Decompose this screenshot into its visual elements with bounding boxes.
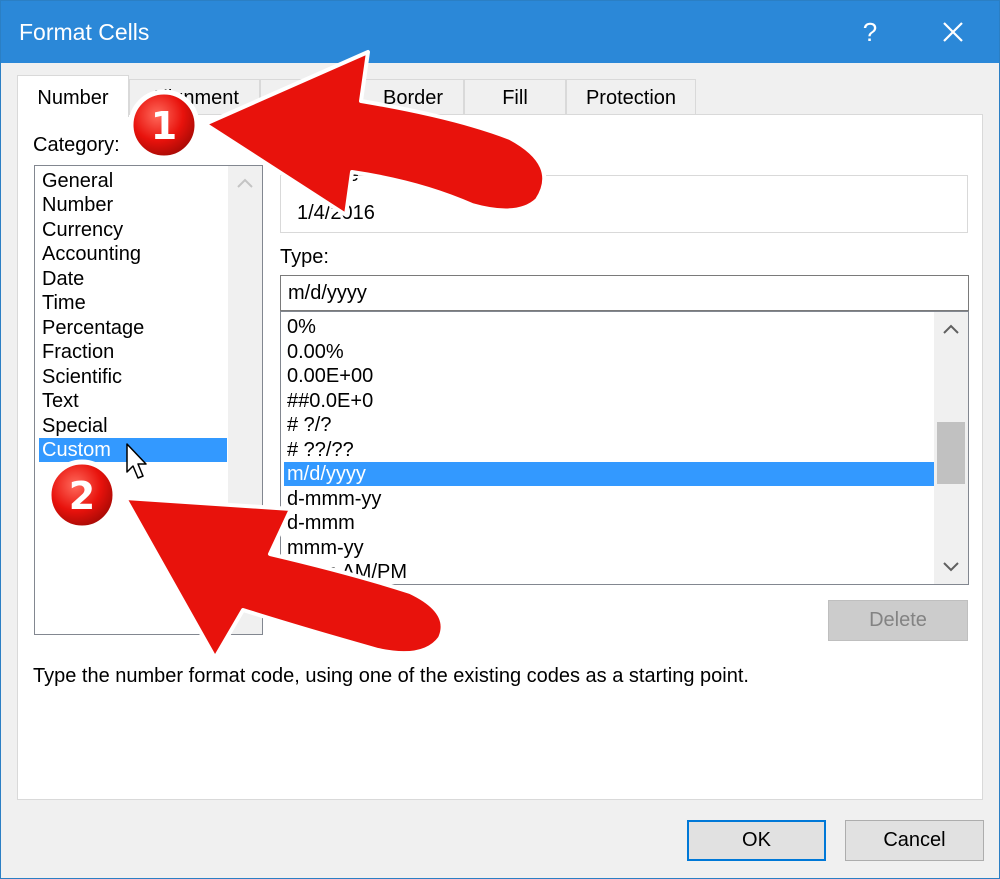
- scroll-down-icon[interactable]: [942, 560, 960, 574]
- sample-label: Sample: [291, 164, 359, 186]
- type-list[interactable]: 0% 0.00% 0.00E+00 ##0.0E+0 # ?/? # ??/??…: [280, 311, 969, 585]
- category-item-special[interactable]: Special: [39, 414, 227, 438]
- category-item-text[interactable]: Text: [39, 389, 227, 413]
- sample-box: [280, 175, 968, 233]
- type-item[interactable]: 0%: [284, 315, 934, 339]
- type-item[interactable]: d-mmm: [284, 511, 934, 535]
- tab-font-label: Font: [290, 87, 332, 109]
- cancel-button[interactable]: Cancel: [845, 820, 984, 861]
- category-item-accounting[interactable]: Accounting: [39, 242, 227, 266]
- category-item-scientific[interactable]: Scientific: [39, 365, 227, 389]
- category-item-number[interactable]: Number: [39, 193, 227, 217]
- type-input[interactable]: m/d/yyyy: [280, 275, 969, 311]
- tab-number[interactable]: Number: [17, 75, 129, 117]
- category-scrollbar[interactable]: [228, 166, 262, 634]
- tab-border[interactable]: Border: [362, 79, 464, 115]
- category-item-custom[interactable]: Custom: [39, 438, 227, 462]
- category-list[interactable]: General Number Currency Accounting Date …: [34, 165, 263, 635]
- tab-alignment[interactable]: Alignment: [129, 79, 260, 115]
- category-item-date[interactable]: Date: [39, 267, 227, 291]
- tab-protection-label: Protection: [585, 87, 677, 109]
- type-item[interactable]: 0.00E+00: [284, 364, 934, 388]
- category-label: Category:: [33, 134, 120, 156]
- tab-protection[interactable]: Protection: [566, 79, 696, 115]
- sample-value: 1/4/2016: [297, 202, 375, 224]
- type-label: Type:: [280, 246, 329, 268]
- help-button[interactable]: ?: [843, 7, 897, 57]
- dialog-title: Format Cells: [19, 19, 150, 45]
- type-item-selected[interactable]: m/d/yyyy: [284, 462, 934, 486]
- type-item[interactable]: 0.00%: [284, 340, 934, 364]
- scrollbar-thumb[interactable]: [937, 422, 965, 484]
- tab-alignment-label: Alignment: [150, 87, 239, 109]
- tab-fill-label: Fill: [502, 87, 528, 109]
- tab-number-label: Number: [37, 87, 109, 109]
- category-item-time[interactable]: Time: [39, 291, 227, 315]
- type-item[interactable]: d-mmm-yy: [284, 487, 934, 511]
- scroll-up-icon[interactable]: [236, 176, 254, 190]
- description-text: Type the number format code, using one o…: [33, 665, 749, 687]
- category-item-percentage[interactable]: Percentage: [39, 316, 227, 340]
- tab-font[interactable]: Font: [260, 79, 362, 115]
- title-bar[interactable]: Format Cells ?: [1, 1, 999, 63]
- scroll-up-icon[interactable]: [942, 322, 960, 336]
- close-button[interactable]: [921, 7, 985, 57]
- tab-border-label: Border: [382, 87, 444, 109]
- ok-button[interactable]: OK: [687, 820, 826, 861]
- type-scrollbar[interactable]: [934, 312, 968, 584]
- close-icon: [943, 21, 963, 42]
- type-item[interactable]: h:mm AM/PM: [284, 560, 934, 584]
- category-item-fraction[interactable]: Fraction: [39, 340, 227, 364]
- type-item[interactable]: ##0.0E+0: [284, 389, 934, 413]
- tab-fill[interactable]: Fill: [464, 79, 566, 115]
- format-cells-dialog: Format Cells ? Number Alignment Font Bor…: [0, 0, 1000, 879]
- type-item[interactable]: # ??/??: [284, 438, 934, 462]
- delete-button[interactable]: Delete: [828, 600, 968, 641]
- category-item-currency[interactable]: Currency: [39, 218, 227, 242]
- category-item-general[interactable]: General: [39, 169, 227, 193]
- type-item[interactable]: # ?/?: [284, 413, 934, 437]
- type-item[interactable]: mmm-yy: [284, 536, 934, 560]
